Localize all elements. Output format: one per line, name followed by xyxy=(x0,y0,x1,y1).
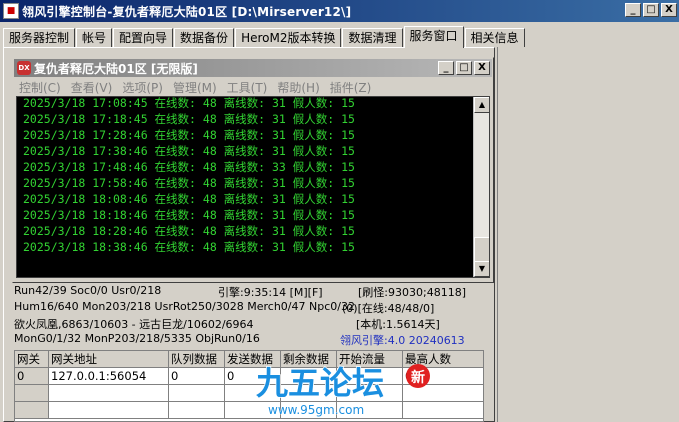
log-line: 2025/3/18 17:48:46 在线数: 48 离线数: 33 假人数: … xyxy=(23,160,355,174)
menu-options[interactable]: 选项(P) xyxy=(122,79,163,96)
tab-service-window[interactable]: 服务窗口 xyxy=(403,26,464,48)
log-line: 2025/3/18 18:18:46 在线数: 48 离线数: 31 假人数: … xyxy=(23,208,355,222)
menu-control[interactable]: 控制(C) xyxy=(19,79,61,96)
log-scrollbar[interactable]: ▲ ▼ xyxy=(473,97,489,277)
child-title-bar: DX 复仇者释厄大陆01区 [无限版] _ □ X xyxy=(14,59,492,77)
column-header[interactable]: 网关 xyxy=(15,351,49,368)
status-local: [本机:1.5614天] xyxy=(356,318,440,331)
table-cell: 127.0.0.1:56054 xyxy=(49,368,169,385)
tab-herom2-convert[interactable]: HeroM2版本转换 xyxy=(235,28,342,48)
menu-manage[interactable]: 管理(M) xyxy=(173,79,217,96)
table-cell xyxy=(49,385,169,402)
log-line: 2025/3/18 18:38:46 在线数: 48 离线数: 31 假人数: … xyxy=(23,240,355,254)
minimize-button[interactable]: _ xyxy=(625,3,641,17)
status-version: 翎风引擎:4.0 20240613 xyxy=(340,334,465,347)
right-panel xyxy=(497,47,679,422)
menu-help[interactable]: 帮助(H) xyxy=(277,79,319,96)
log-line: 2025/3/18 18:08:46 在线数: 48 离线数: 31 假人数: … xyxy=(23,192,355,206)
menu-bar: 控制(C) 查看(V) 选项(P) 管理(M) 工具(T) 帮助(H) 插件(Z… xyxy=(13,78,493,96)
forum-watermark-logo: 九五论坛 新 www.95gm.com xyxy=(255,363,430,417)
table-cell xyxy=(15,402,49,419)
watermark-logo-text: 九五论坛 xyxy=(256,364,384,402)
table-cell xyxy=(169,402,225,419)
child-window: DX 复仇者释厄大陆01区 [无限版] _ □ X 控制(C) 查看(V) 选项… xyxy=(12,57,494,283)
new-badge-text: 新 xyxy=(411,369,425,386)
status-engine-time: 引擎:9:35:14 [M][F] xyxy=(218,286,323,299)
menu-tools[interactable]: 工具(T) xyxy=(227,79,268,96)
tab-account[interactable]: 帐号 xyxy=(76,28,113,48)
main-title-bar: ■ 翎风引擎控制台-复仇者释厄大陆01区 [D:\Mirserver12\] _… xyxy=(0,0,679,22)
menu-plugins[interactable]: 插件(Z) xyxy=(330,79,372,96)
log-line: 2025/3/18 17:38:46 在线数: 48 离线数: 31 假人数: … xyxy=(23,144,355,158)
table-cell xyxy=(169,385,225,402)
status-mon: MonG0/1/32 MonP203/218/5335 ObjRun0/16 xyxy=(14,332,260,345)
scroll-up-arrow-icon[interactable]: ▲ xyxy=(474,97,489,113)
close-button[interactable]: X xyxy=(661,3,677,17)
table-cell xyxy=(15,385,49,402)
status-run: Run42/39 Soc0/0 Usr0/218 xyxy=(14,284,162,297)
log-line: 2025/3/18 17:08:45 在线数: 48 离线数: 31 假人数: … xyxy=(23,96,355,110)
app-icon: ■ xyxy=(3,3,19,19)
log-line: 2025/3/18 17:28:46 在线数: 48 离线数: 31 假人数: … xyxy=(23,128,355,142)
tab-config-wizard[interactable]: 配置向导 xyxy=(113,28,174,48)
child-maximize-button[interactable]: □ xyxy=(456,61,472,75)
child-minimize-button[interactable]: _ xyxy=(438,61,454,75)
table-cell: 0 xyxy=(15,368,49,385)
status-map: 欲火凤凰,6863/10603 - 远古巨龙/10602/6964 xyxy=(14,318,254,331)
log-line: 2025/3/18 17:18:45 在线数: 48 离线数: 31 假人数: … xyxy=(23,112,355,126)
column-header[interactable]: 网关地址 xyxy=(49,351,169,368)
table-cell xyxy=(49,402,169,419)
tab-data-backup[interactable]: 数据备份 xyxy=(174,28,235,48)
tab-related-info[interactable]: 相关信息 xyxy=(464,28,525,48)
column-header[interactable]: 队列数据 xyxy=(169,351,225,368)
status-online: (0)[在线:48/48/0] xyxy=(342,302,435,315)
window-title: 翎风引擎控制台-复仇者释厄大陆01区 [D:\Mirserver12\] xyxy=(22,4,352,19)
scroll-thumb[interactable] xyxy=(474,237,489,263)
status-hum: Hum16/640 Mon203/218 UsrRot250/3028 Merc… xyxy=(14,300,355,313)
tab-data-cleanup[interactable]: 数据清理 xyxy=(342,28,403,48)
table-cell: 0 xyxy=(169,368,225,385)
child-window-title: 复仇者释厄大陆01区 [无限版] xyxy=(34,61,198,76)
log-line: 2025/3/18 17:58:46 在线数: 48 离线数: 31 假人数: … xyxy=(23,176,355,190)
log-line: 2025/3/18 18:28:46 在线数: 48 离线数: 31 假人数: … xyxy=(23,224,355,238)
child-close-button[interactable]: X xyxy=(474,61,490,75)
menu-view[interactable]: 查看(V) xyxy=(71,79,113,96)
tab-bar: 服务器控制 帐号 配置向导 数据备份 HeroM2版本转换 数据清理 服务窗口 … xyxy=(3,26,526,48)
status-refresh: [刷怪:93030;48118] xyxy=(358,286,466,299)
game-icon: DX xyxy=(17,61,31,75)
maximize-button[interactable]: □ xyxy=(643,3,659,17)
scroll-down-arrow-icon[interactable]: ▼ xyxy=(474,261,489,277)
tab-server-control[interactable]: 服务器控制 xyxy=(3,28,76,48)
watermark-url: www.95gm.com xyxy=(268,403,364,417)
log-console[interactable]: 2025/3/18 17:08:45 在线数: 48 离线数: 31 假人数: … xyxy=(16,96,490,278)
